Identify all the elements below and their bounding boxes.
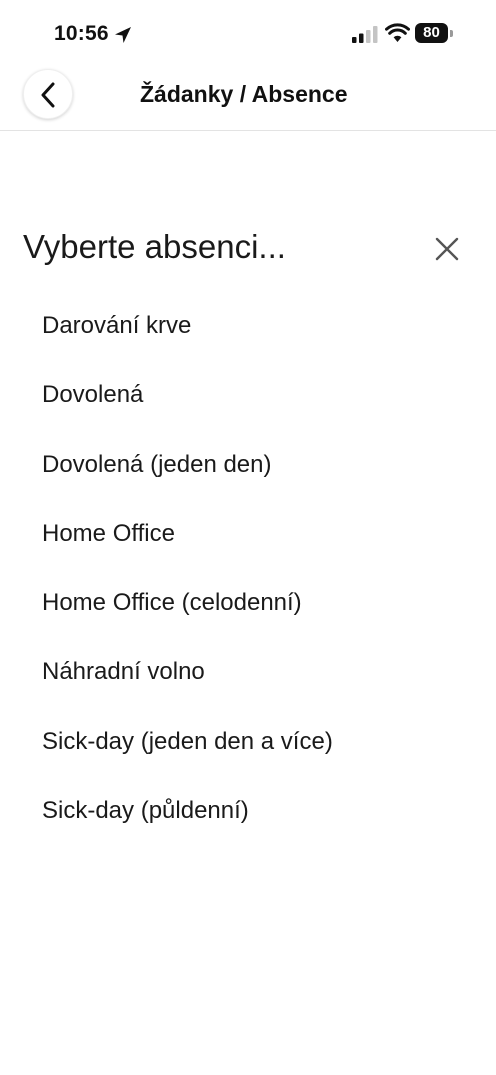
location-arrow-icon: [115, 27, 131, 43]
chevron-left-icon: [41, 82, 55, 108]
close-button[interactable]: [430, 232, 464, 266]
cellular-signal-icon: [352, 26, 378, 43]
option-item[interactable]: Darování krve: [42, 306, 472, 375]
picker-title: Vyberte absenci...: [23, 228, 286, 265]
option-item[interactable]: Home Office: [42, 514, 472, 583]
absence-option-list: Darování krve Dovolená Dovolená (jeden d…: [42, 306, 472, 860]
page-title: Žádanky / Absence: [140, 81, 348, 107]
battery-cap: [450, 30, 453, 37]
battery-level: 80: [423, 24, 440, 41]
status-time: 10:56: [54, 22, 109, 45]
nav-header: Žádanky / Absence: [0, 64, 496, 131]
option-item[interactable]: Dovolená: [42, 375, 472, 444]
option-item[interactable]: Sick-day (jeden den a více): [42, 722, 472, 791]
status-bar: 10:56 80: [0, 0, 496, 64]
wifi-icon: [385, 23, 410, 42]
close-icon: [435, 237, 459, 261]
option-item[interactable]: Home Office (celodenní): [42, 583, 472, 652]
back-button[interactable]: [23, 69, 73, 119]
option-item[interactable]: Sick-day (půldenní): [42, 791, 472, 860]
option-item[interactable]: Dovolená (jeden den): [42, 445, 472, 514]
battery-icon: 80: [415, 23, 453, 43]
option-item[interactable]: Náhradní volno: [42, 652, 472, 721]
